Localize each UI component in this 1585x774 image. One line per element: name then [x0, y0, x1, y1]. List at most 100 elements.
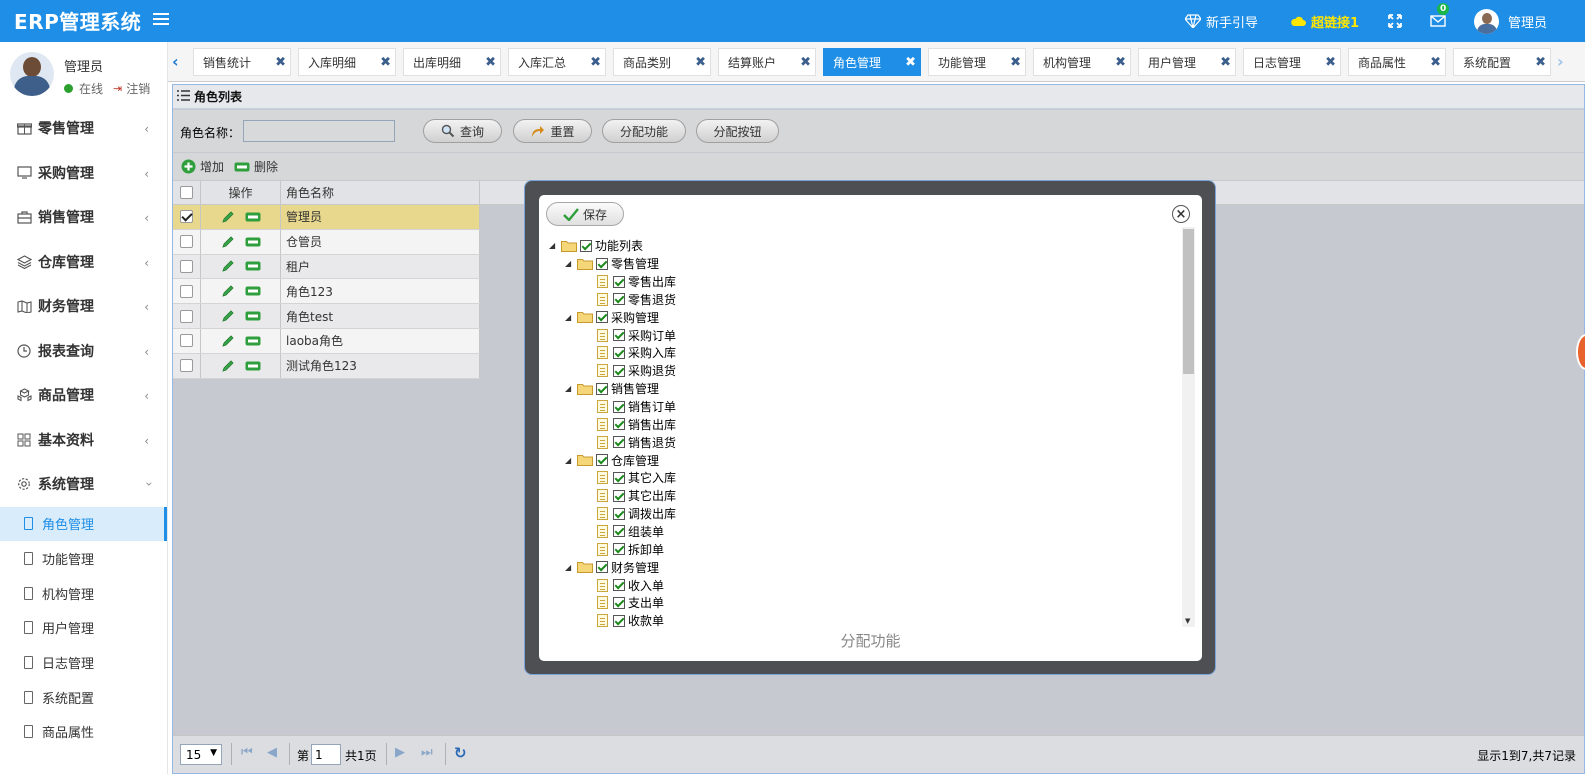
table-row[interactable]: 角色test: [173, 304, 480, 329]
sidebar-subitem-config[interactable]: 系统配置: [0, 680, 167, 715]
tree-checkbox[interactable]: [596, 257, 608, 270]
fullscreen-icon[interactable]: [1388, 0, 1407, 42]
tree-expand-icon[interactable]: ◢: [565, 456, 577, 465]
tab-scroll-right-icon[interactable]: ›: [1557, 52, 1564, 71]
tab-scroll-left-icon[interactable]: ‹: [172, 52, 179, 71]
tab-close-icon[interactable]: ✖: [1010, 55, 1021, 70]
tab-close-icon[interactable]: ✖: [695, 55, 706, 70]
first-page-icon[interactable]: ⏮: [241, 745, 253, 760]
select-all-checkbox[interactable]: [180, 186, 193, 199]
tree-checkbox[interactable]: [613, 364, 625, 377]
tree-checkbox[interactable]: [596, 454, 608, 467]
add-button[interactable]: 增加: [181, 158, 224, 175]
tree-checkbox[interactable]: [613, 400, 625, 413]
tree-leaf-node[interactable]: 其它出库: [597, 487, 676, 505]
tab-goods-attr[interactable]: 商品属性 ✖: [1348, 48, 1446, 76]
sidebar-item-retail[interactable]: 零售管理 ‹: [0, 106, 167, 151]
tree-checkbox[interactable]: [613, 436, 625, 449]
row-checkbox[interactable]: [180, 259, 193, 273]
last-page-icon[interactable]: ⏭: [421, 745, 433, 760]
page-number-input[interactable]: 1: [311, 744, 341, 765]
tree-checkbox[interactable]: [613, 525, 625, 538]
sidebar-item-system[interactable]: 系统管理 ‹: [0, 462, 167, 507]
tab-user-mgmt[interactable]: 用户管理 ✖: [1138, 48, 1236, 76]
tree-leaf-node[interactable]: 销售订单: [597, 398, 676, 416]
super-link[interactable]: 超链接1: [1290, 0, 1359, 42]
table-row[interactable]: laoba角色: [173, 328, 480, 354]
tree-leaf-node[interactable]: 采购入库: [597, 344, 676, 362]
refresh-icon[interactable]: ↻: [454, 744, 467, 762]
tab-inbound-summary[interactable]: 入库汇总 ✖: [508, 48, 606, 76]
next-page-icon[interactable]: ▶: [395, 745, 405, 760]
row-checkbox[interactable]: [180, 210, 193, 224]
edit-pencil-icon[interactable]: [221, 284, 235, 298]
tree-leaf-node[interactable]: 其它入库: [597, 469, 676, 487]
tab-org-mgmt[interactable]: 机构管理 ✖: [1033, 48, 1131, 76]
tab-goods-category[interactable]: 商品类别 ✖: [613, 48, 711, 76]
tree-leaf-node[interactable]: 零售退货: [597, 291, 676, 309]
tree-leaf-node[interactable]: 拆卸单: [597, 540, 664, 558]
tree-expand-icon[interactable]: ◢: [565, 259, 577, 268]
tab-function-mgmt[interactable]: 功能管理 ✖: [928, 48, 1026, 76]
assign-function-button[interactable]: 分配功能: [602, 119, 686, 143]
tree-checkbox[interactable]: [613, 596, 625, 609]
tab-close-icon[interactable]: ✖: [1115, 55, 1126, 70]
tree-checkbox[interactable]: [613, 579, 625, 592]
tree-leaf-node[interactable]: 支出单: [597, 594, 664, 612]
tree-checkbox[interactable]: [613, 489, 625, 502]
prev-page-icon[interactable]: ◀: [267, 745, 277, 760]
tree-group-node[interactable]: ◢ 零售管理: [565, 255, 659, 273]
close-icon[interactable]: ×: [1172, 205, 1190, 223]
tree-checkbox[interactable]: [596, 311, 608, 324]
logout-link[interactable]: 注销: [126, 80, 150, 97]
sidebar-item-sales[interactable]: 销售管理 ‹: [0, 195, 167, 240]
delete-button[interactable]: 删除: [234, 158, 278, 175]
delete-row-icon[interactable]: [245, 336, 261, 346]
sidebar-item-basic[interactable]: 基本资料 ‹: [0, 418, 167, 463]
table-row[interactable]: 租户: [173, 254, 480, 280]
table-row[interactable]: 角色123: [173, 279, 480, 305]
tab-sales-stats[interactable]: 销售统计 ✖: [193, 48, 291, 76]
delete-row-icon[interactable]: [245, 212, 261, 222]
tree-group-node[interactable]: ◢ 仓库管理: [565, 451, 659, 469]
tab-close-icon[interactable]: ✖: [485, 55, 496, 70]
tree-root-node[interactable]: ◢ 功能列表: [549, 237, 643, 255]
sidebar-item-finance[interactable]: 财务管理 ‹: [0, 284, 167, 329]
role-name-input[interactable]: [243, 120, 395, 142]
tree-expand-icon[interactable]: ◢: [565, 313, 577, 322]
row-checkbox[interactable]: [180, 359, 193, 373]
tree-group-node[interactable]: ◢ 财务管理: [565, 558, 659, 576]
user-menu[interactable]: 管理员: [1474, 0, 1547, 42]
tree-checkbox[interactable]: [613, 346, 625, 359]
save-button[interactable]: 保存: [546, 202, 624, 226]
table-row[interactable]: 管理员: [173, 205, 480, 230]
tab-close-icon[interactable]: ✖: [590, 55, 601, 70]
tab-inbound-detail[interactable]: 入库明细 ✖: [298, 48, 396, 76]
sidebar-subitem-function[interactable]: 功能管理: [0, 541, 167, 576]
tree-leaf-node[interactable]: 收款单: [597, 612, 664, 627]
tree-checkbox[interactable]: [613, 471, 625, 484]
delete-row-icon[interactable]: [245, 261, 261, 271]
tree-expand-icon[interactable]: ◢: [549, 241, 561, 250]
tab-close-icon[interactable]: ✖: [1220, 55, 1231, 70]
scrollbar-thumb[interactable]: [1183, 229, 1194, 374]
tree-leaf-node[interactable]: 收入单: [597, 576, 664, 594]
edit-pencil-icon[interactable]: [221, 359, 235, 373]
delete-row-icon[interactable]: [245, 361, 261, 371]
delete-row-icon[interactable]: [245, 311, 261, 321]
tree-leaf-node[interactable]: 零售出库: [597, 273, 676, 291]
tree-group-node[interactable]: ◢ 销售管理: [565, 380, 659, 398]
edit-pencil-icon[interactable]: [221, 259, 235, 273]
tree-leaf-node[interactable]: 采购订单: [597, 326, 676, 344]
sidebar-subitem-role[interactable]: 角色管理: [0, 506, 167, 542]
tree-scrollbar[interactable]: ▼: [1182, 227, 1195, 627]
page-size-select[interactable]: 15 ▼: [180, 744, 222, 765]
tree-checkbox[interactable]: [613, 293, 625, 306]
tree-leaf-node[interactable]: 销售出库: [597, 416, 676, 434]
tree-leaf-node[interactable]: 调拨出库: [597, 505, 676, 523]
tab-close-icon[interactable]: ✖: [905, 55, 916, 70]
tree-checkbox[interactable]: [613, 329, 625, 342]
sidebar-subitem-log[interactable]: 日志管理: [0, 645, 167, 680]
tree-leaf-node[interactable]: 销售退货: [597, 433, 676, 451]
sidebar-item-purchase[interactable]: 采购管理 ‹: [0, 151, 167, 196]
